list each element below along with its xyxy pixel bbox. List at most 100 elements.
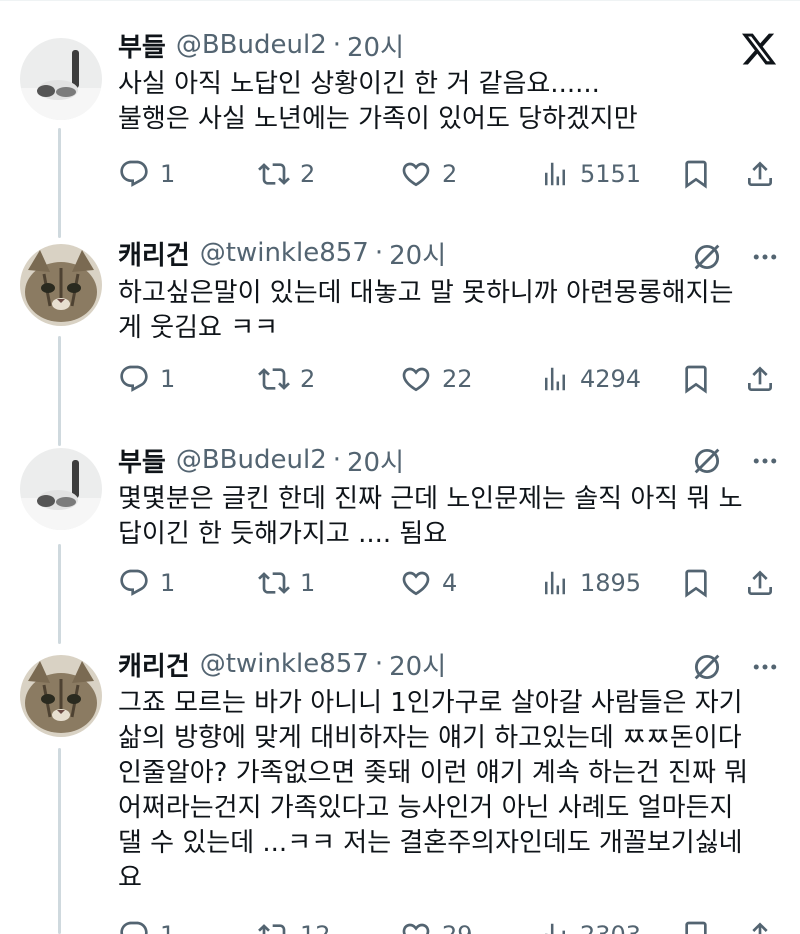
retweet-count: 2 [300,160,316,188]
avatar[interactable] [20,244,102,326]
display-name[interactable]: 캐리건 [118,646,190,683]
like-button[interactable]: 2 [400,154,457,194]
share-button[interactable] [744,915,776,934]
avatar[interactable] [20,448,102,530]
share-button[interactable] [744,359,776,399]
reply-icon [120,160,148,187]
retweet-count: 1 [300,569,316,597]
more-icon[interactable] [750,652,780,682]
separator-dot: · [374,649,384,679]
views-icon [545,162,565,186]
reply-button[interactable]: 1 [118,359,175,399]
x-logo-button[interactable] [740,30,778,68]
like-button[interactable]: 22 [400,359,473,399]
like-button[interactable]: 4 [400,563,457,603]
slash-icon[interactable] [690,444,724,478]
share-button[interactable] [744,563,776,603]
bookmark-button[interactable] [680,563,712,603]
slash-icon[interactable] [690,650,724,684]
retweet-count: 2 [300,365,316,393]
view-count: 1895 [580,569,642,597]
slash-icon[interactable] [690,240,724,274]
avatar[interactable] [20,655,102,737]
timestamp[interactable]: 20시 [347,442,404,479]
more-icon[interactable] [750,242,780,272]
bookmark-icon [685,921,707,934]
timestamp[interactable]: 20시 [389,235,446,272]
action-bar: 1 2 2 5151 [118,154,782,194]
views-button[interactable]: 5151 [540,154,641,194]
bookmark-button[interactable] [680,359,712,399]
bookmark-button[interactable] [680,915,712,934]
reply-button[interactable]: 1 [118,154,175,194]
views-button[interactable]: 1895 [540,563,641,603]
display-name[interactable]: 캐리건 [118,235,190,272]
tweet-header: 캐리건 @twinkle857 · 20시 [118,235,446,272]
view-count: 5151 [580,160,642,188]
tweet-header: 부들 @BBudeul2 · 20시 [118,442,404,479]
retweet-icon [258,924,286,934]
like-count: 4 [442,569,458,597]
tweet-top-icons [690,650,780,684]
top-divider [0,0,800,1]
tweet-header: 부들 @BBudeul2 · 20시 [118,27,404,64]
retweet-icon [258,368,290,390]
views-button[interactable]: 2303 [540,915,641,934]
x-logo-icon [741,33,777,65]
tweet-text: 사실 아직 노답인 상황이긴 한 거 같음요...... 불행은 사실 노년에는… [118,69,638,134]
retweet-button[interactable]: 2 [258,154,315,194]
cat-avatar-icon [20,655,102,737]
avatar[interactable] [20,38,102,120]
bookmark-button[interactable] [680,154,712,194]
reply-button[interactable]: 1 [118,563,175,603]
tweet-top-icons [690,240,780,274]
reply-count: 1 [160,160,176,188]
action-bar: 1 12 29 2303 [118,915,782,934]
tweet-top-icons [690,444,780,478]
retweet-icon [258,163,290,185]
separator-dot: · [374,238,384,268]
heart-icon [402,923,430,934]
user-handle[interactable]: @twinkle857 [200,649,369,679]
like-count: 22 [442,365,473,393]
share-button[interactable] [744,154,776,194]
view-count: 4294 [580,365,642,393]
heart-icon [402,367,430,392]
tweet-text: 그죠 모르는 바가 아니니 1인가구로 살아갈 사람들은 자기 삶의 방향에 맞… [118,688,749,893]
bookmark-icon [685,569,707,598]
like-count: 29 [442,921,473,934]
reply-count: 1 [160,569,176,597]
retweet-button[interactable]: 2 [258,359,315,399]
reply-icon [120,365,148,392]
reply-count: 1 [160,365,176,393]
user-handle[interactable]: @twinkle857 [200,238,369,268]
thread-line [58,336,61,446]
more-icon[interactable] [750,446,780,476]
separator-dot: · [332,445,342,475]
views-button[interactable]: 4294 [540,359,641,399]
reply-button[interactable]: 1 [118,915,175,934]
views-icon [545,367,565,391]
thread-line [58,748,61,934]
retweet-button[interactable]: 1 [258,563,315,603]
user-handle[interactable]: @BBudeul2 [176,30,327,60]
user-handle[interactable]: @BBudeul2 [176,445,327,475]
like-button[interactable]: 29 [400,915,473,934]
retweet-icon [258,572,290,594]
retweet-button[interactable]: 12 [258,915,331,934]
heart-icon [402,162,430,187]
display-name[interactable]: 부들 [118,442,166,479]
timestamp[interactable]: 20시 [347,27,404,64]
view-count: 2303 [580,921,641,934]
cat-avatar-icon [20,244,102,326]
action-bar: 1 1 4 1895 [118,563,782,603]
reply-icon [120,569,148,596]
timestamp[interactable]: 20시 [389,646,446,683]
thread-line [58,544,61,644]
tweet-text: 하고싶은말이 있는데 대놓고 말 못하니까 아련몽롱해지는 게 웃김요 ㅋㅋ [118,278,734,343]
display-name[interactable]: 부들 [118,27,166,64]
cat-avatar-icon [20,38,102,120]
retweet-count: 12 [300,921,331,934]
share-icon [748,366,772,391]
separator-dot: · [332,30,342,60]
